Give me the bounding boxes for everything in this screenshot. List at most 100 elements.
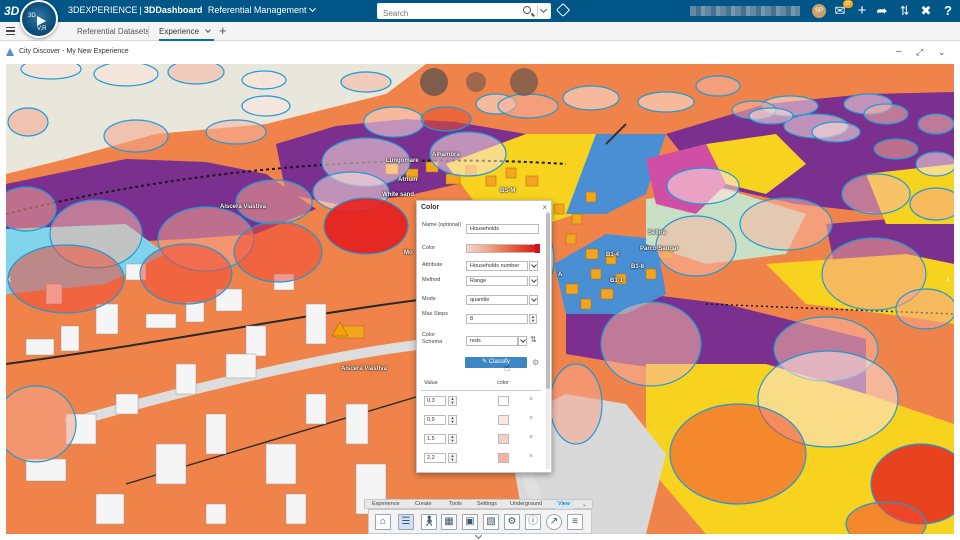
- mode-label: Mode: [422, 296, 436, 302]
- swap-order-icon[interactable]: ⇅: [530, 335, 537, 344]
- legend-list-icon[interactable]: ≡: [567, 514, 583, 530]
- help-icon[interactable]: ?: [940, 3, 956, 19]
- method-select[interactable]: Range: [466, 276, 528, 286]
- tab-tools[interactable]: Tools: [449, 500, 462, 509]
- class-color-swatch[interactable]: [498, 415, 509, 425]
- tools-icon[interactable]: ✖: [918, 3, 934, 19]
- mouse-cursor-icon: ☝: [504, 363, 511, 374]
- add-icon[interactable]: +: [854, 3, 870, 19]
- class-value-input[interactable]: 0.9: [424, 415, 446, 425]
- class-value-stepper[interactable]: ▲ ▼: [448, 434, 457, 444]
- avatar[interactable]: SP: [812, 4, 826, 18]
- tab-underground[interactable]: Underground: [510, 500, 542, 509]
- user-name-blurred[interactable]: [690, 6, 800, 16]
- panel-scrollbar[interactable]: [546, 211, 550, 469]
- pan-left-arrow[interactable]: ‹: [8, 274, 16, 288]
- chevron-down-icon[interactable]: [529, 276, 538, 286]
- city-discover-icon: [6, 48, 14, 56]
- remove-class-icon[interactable]: ×: [529, 396, 533, 403]
- class-value-stepper[interactable]: ▲ ▼: [448, 415, 457, 425]
- map-label: Aiscera Viastiva: [341, 366, 387, 372]
- mode-select[interactable]: quantile: [466, 295, 528, 305]
- chevron-down-icon[interactable]: [529, 295, 538, 305]
- chevron-down-icon: [309, 4, 317, 13]
- network-icon[interactable]: ⮁: [896, 3, 912, 19]
- tab-view[interactable]: View: [555, 500, 573, 509]
- name-label: Name (optional): [422, 222, 462, 228]
- remove-class-icon[interactable]: ×: [529, 453, 533, 460]
- color-ramp-preview[interactable]: [466, 244, 539, 253]
- action-bar: ⌂ ☰ 🚶︎ ▦ ▣ ▧ ⚙ ⓘ ↗ ≡: [368, 509, 592, 534]
- search-icon[interactable]: [523, 6, 531, 14]
- map-label: Mo: [404, 250, 413, 256]
- person-walk-icon[interactable]: 🚶︎: [421, 514, 437, 530]
- classify-button[interactable]: ✎ Classify: [465, 357, 527, 368]
- search-scope-dropdown[interactable]: [537, 5, 549, 17]
- class-value-input[interactable]: 1.5: [424, 434, 446, 444]
- action-bar-tabs: Experience Create Tools Settings Undergr…: [364, 499, 593, 509]
- layers-panel-icon[interactable]: ☰: [398, 514, 414, 530]
- class-value-stepper[interactable]: ▲ ▼: [448, 396, 457, 406]
- dassault-logo[interactable]: 3D: [4, 4, 19, 18]
- class-value-input[interactable]: 0.3: [424, 396, 446, 406]
- tab-referential-datasets[interactable]: Referential Datasets: [77, 22, 149, 41]
- remove-class-icon[interactable]: ×: [529, 415, 533, 422]
- brand-name: 3DEXPERIENCE: [68, 5, 138, 15]
- scrollbar-thumb[interactable]: [546, 213, 550, 389]
- compass-icon[interactable]: 3D V,R: [20, 0, 58, 38]
- class-value-input[interactable]: 2.2: [424, 453, 446, 463]
- app-title[interactable]: 3DEXPERIENCE | 3DDashboard Referential Man…: [68, 4, 317, 15]
- gear-icon[interactable]: ⚙: [504, 514, 520, 530]
- notification-badge: 37: [843, 0, 853, 8]
- chevron-down-icon[interactable]: [529, 261, 538, 271]
- tab-experience-label: Experience: [159, 27, 200, 36]
- color-panel: Color × Name (optional) Households Color…: [416, 200, 552, 473]
- class-color-swatch[interactable]: [498, 434, 509, 444]
- max-steps-input[interactable]: 8: [466, 314, 528, 324]
- search-box: [377, 3, 551, 22]
- product-name: 3DDashboard: [143, 5, 203, 15]
- class-color-swatch[interactable]: [498, 453, 509, 463]
- settings-icon[interactable]: ⚙: [532, 358, 539, 367]
- map-label: BS-M: [500, 188, 516, 194]
- tab-experience-tools[interactable]: Experience: [372, 500, 400, 509]
- map-label: Lungomare: [386, 158, 419, 164]
- menu-icon[interactable]: [6, 27, 15, 35]
- compass-needle-icon[interactable]: ↗: [546, 514, 562, 530]
- map-label: B1-8: [631, 264, 645, 270]
- chevron-down-icon[interactable]: [205, 27, 211, 33]
- pan-right-arrow[interactable]: ›: [946, 274, 954, 288]
- chevron-down-icon[interactable]: [518, 336, 527, 346]
- add-tab-button[interactable]: +: [219, 23, 227, 39]
- remove-class-icon[interactable]: ×: [529, 434, 533, 441]
- info-panel-icon[interactable]: ⓘ: [525, 514, 541, 530]
- tab-settings[interactable]: Settings: [477, 500, 497, 509]
- map-label: Parco Saugar: [640, 246, 679, 252]
- method-label: Method: [422, 277, 441, 283]
- attribute-select[interactable]: Households number: [466, 261, 528, 271]
- fullscreen-button[interactable]: ⤢: [916, 45, 923, 59]
- class-color-swatch[interactable]: [498, 396, 509, 406]
- image-view-icon[interactable]: ▣: [462, 514, 478, 530]
- map-label: B1-4: [606, 252, 620, 258]
- name-input[interactable]: Households: [466, 224, 539, 234]
- app-name: Referential Management: [207, 5, 307, 15]
- grid-list-icon[interactable]: ▦: [441, 514, 457, 530]
- minimize-button[interactable]: –: [896, 45, 902, 59]
- color-schema-select[interactable]: reds: [466, 336, 518, 346]
- share-icon[interactable]: ➦: [874, 3, 890, 19]
- photo-settings-icon[interactable]: ▧: [483, 514, 499, 530]
- max-steps-stepper[interactable]: ▲ ▼: [529, 314, 537, 324]
- tag-icon[interactable]: [555, 2, 571, 18]
- map-label: White sand: [382, 192, 415, 198]
- tab-experience[interactable]: Experience: [159, 22, 215, 41]
- search-input[interactable]: [377, 5, 517, 22]
- widget-menu-chevron[interactable]: ⌄: [938, 45, 946, 59]
- tab-create[interactable]: Create: [415, 500, 432, 509]
- map-label: Sellira: [648, 230, 667, 236]
- classes-table-header: Value color: [421, 380, 545, 390]
- home-icon[interactable]: ⌂: [375, 514, 391, 530]
- dashboard-tab-bar: Referential Datasets Experience +: [0, 22, 960, 41]
- chevron-down-icon[interactable]: ⌄: [582, 501, 587, 508]
- class-value-stepper[interactable]: ▲ ▼: [448, 453, 457, 463]
